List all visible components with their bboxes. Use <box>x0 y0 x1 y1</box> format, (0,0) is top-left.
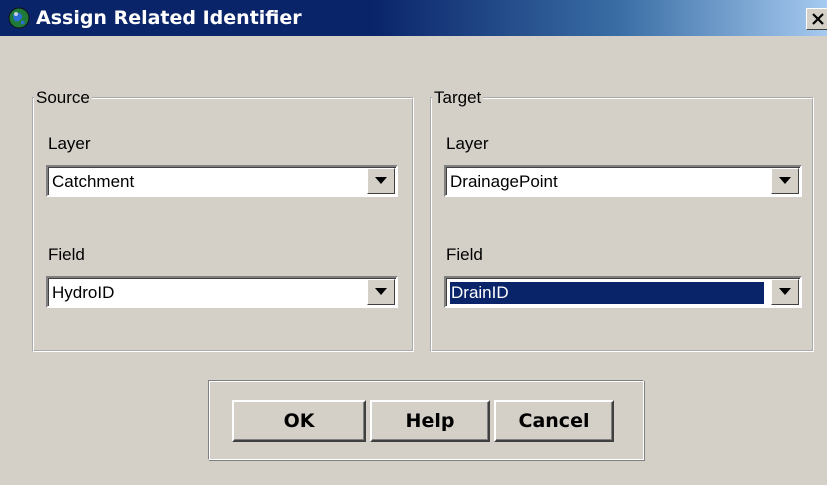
ok-button[interactable]: OK <box>232 400 366 442</box>
target-layer-dropdown-button[interactable] <box>771 168 799 194</box>
close-icon <box>812 13 824 25</box>
target-legend: Target <box>434 88 482 107</box>
source-legend: Source <box>36 88 90 107</box>
app-globe-icon <box>8 7 30 29</box>
close-button[interactable] <box>806 8 827 30</box>
target-field-label: Field <box>446 245 483 264</box>
source-group: Source <box>32 88 414 352</box>
source-layer-dropdown-button[interactable] <box>367 168 395 194</box>
chevron-down-icon <box>779 288 791 295</box>
window-title: Assign Related Identifier <box>36 7 302 29</box>
target-layer-value: DrainagePoint <box>450 172 558 191</box>
title-bar: Assign Related Identifier <box>0 0 827 36</box>
chevron-down-icon <box>375 288 387 295</box>
source-field-dropdown-button[interactable] <box>367 279 395 305</box>
source-field-label: Field <box>48 245 85 264</box>
chevron-down-icon <box>779 177 791 184</box>
cancel-button[interactable]: Cancel <box>494 400 614 442</box>
target-field-value: DrainID <box>449 281 765 305</box>
chevron-down-icon <box>375 177 387 184</box>
source-layer-select[interactable]: Catchment <box>46 165 398 197</box>
target-layer-label: Layer <box>446 134 489 153</box>
target-group: Target <box>430 88 814 352</box>
source-field-value: HydroID <box>52 283 115 302</box>
target-field-select[interactable]: DrainID <box>444 276 802 308</box>
target-layer-select[interactable]: DrainagePoint <box>444 165 802 197</box>
target-field-dropdown-button[interactable] <box>771 279 799 305</box>
help-button[interactable]: Help <box>370 400 490 442</box>
source-layer-label: Layer <box>48 134 91 153</box>
source-layer-value: Catchment <box>52 172 135 191</box>
source-field-select[interactable]: HydroID <box>46 276 398 308</box>
